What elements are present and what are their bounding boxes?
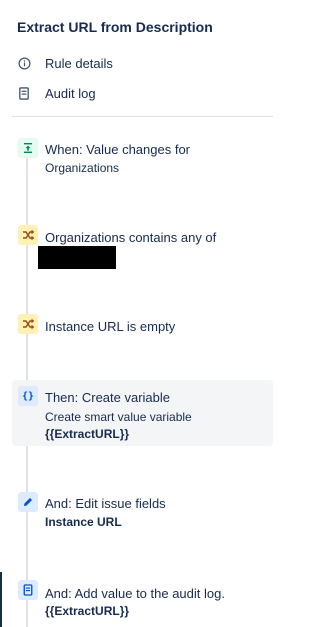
step-value: {{ExtractURL}}	[45, 427, 130, 441]
step-title: Then: Create variable	[45, 390, 171, 405]
redacted-value	[38, 246, 116, 269]
step-create-variable[interactable]: {} Then: Create variable Create smart va…	[12, 380, 273, 446]
document-icon	[18, 580, 38, 600]
audit-log-link[interactable]: Audit log	[17, 86, 96, 101]
step-condition-instance-url[interactable]: Instance URL is empty	[12, 313, 273, 339]
condition-shuffle-icon	[18, 314, 38, 334]
step-title: When: Value changes for	[45, 142, 191, 157]
step-value: {{ExtractURL}}	[45, 604, 130, 618]
step-subtitle: Organizations	[45, 161, 120, 175]
rule-details-label: Rule details	[45, 56, 113, 71]
step-title: Instance URL is empty	[45, 319, 176, 334]
trigger-icon	[18, 138, 38, 158]
document-icon	[17, 87, 31, 101]
step-value: Instance URL	[45, 515, 122, 529]
step-title: And: Add value to the audit log.	[45, 586, 225, 601]
rule-title: Extract URL from Description	[17, 19, 213, 35]
audit-log-label: Audit log	[45, 86, 96, 101]
braces-icon: {}	[18, 386, 38, 406]
rule-details-link[interactable]: Rule details	[17, 56, 113, 71]
divider	[12, 116, 273, 117]
pencil-icon	[18, 492, 38, 512]
step-title: Organizations contains any of	[45, 230, 217, 245]
window-edge	[0, 572, 2, 627]
step-subtitle: Create smart value variable	[45, 410, 192, 424]
condition-shuffle-icon	[18, 225, 38, 245]
step-trigger[interactable]: When: Value changes for Organizations	[12, 136, 273, 182]
step-title: And: Edit issue fields	[45, 496, 166, 511]
step-edit-issue-fields[interactable]: And: Edit issue fields Instance URL	[12, 490, 273, 534]
info-icon	[17, 57, 31, 71]
step-add-audit-log[interactable]: And: Add value to the audit log. {{Extra…	[12, 580, 273, 624]
